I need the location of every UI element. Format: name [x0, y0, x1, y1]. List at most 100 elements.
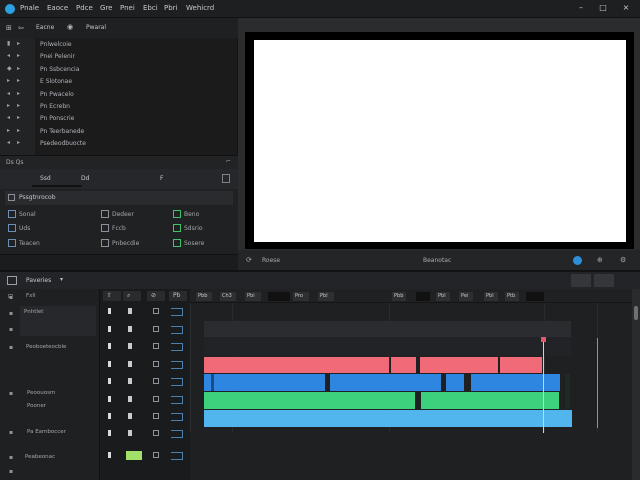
track-name[interactable]: Pooner	[27, 403, 46, 409]
tray-right-icon[interactable]: ⌐	[226, 158, 231, 165]
ruler-button[interactable]: Pbb	[196, 292, 212, 301]
ruler-button[interactable]: Pei	[459, 292, 473, 301]
track-visibility-icon[interactable]	[108, 430, 111, 436]
ruler-button[interactable]: Pbl	[436, 292, 450, 301]
media-item-arrow-icon[interactable]: ▸	[17, 65, 23, 72]
media-item[interactable]: Pnei Pelenir	[40, 53, 75, 60]
settings-icon[interactable]: ⚙	[620, 256, 626, 264]
track-solo-icon[interactable]	[171, 452, 183, 460]
timeline-label[interactable]: Paveries	[26, 277, 51, 284]
track-lock-icon[interactable]: ▪	[9, 294, 13, 301]
effect-item[interactable]: Uds	[19, 225, 30, 232]
timeline-panel-icon[interactable]	[7, 276, 17, 285]
track-name[interactable]: Fxll	[26, 293, 35, 299]
audio-clip[interactable]	[421, 392, 559, 409]
audio-clip[interactable]	[204, 392, 415, 409]
track-mute-icon[interactable]	[153, 430, 159, 436]
media-item-arrow-icon[interactable]: ▸	[17, 53, 23, 59]
ruler-button[interactable]: Pro	[293, 292, 309, 301]
ruler-button[interactable]: Pbl	[318, 292, 334, 301]
track-mute-icon[interactable]	[153, 308, 159, 314]
chevron-down-icon[interactable]: ▾	[60, 276, 63, 283]
ruler-button[interactable]: Pbb	[392, 292, 406, 301]
track-solo-icon[interactable]	[171, 343, 183, 351]
effect-item[interactable]: Pnbecdie	[112, 240, 139, 247]
track-visibility-icon[interactable]	[108, 452, 111, 458]
track-lock-toggle-icon[interactable]	[128, 361, 132, 367]
menu-item-8[interactable]: Wehicrd	[186, 4, 214, 12]
track-visibility-icon[interactable]	[108, 413, 111, 419]
video-clip[interactable]	[471, 374, 560, 391]
track-lock-toggle-icon[interactable]	[128, 413, 132, 419]
preview-canvas[interactable]	[254, 40, 626, 242]
ruler-button[interactable]	[268, 292, 290, 301]
track-mute-icon[interactable]	[153, 326, 159, 332]
video-clip[interactable]	[500, 357, 542, 373]
effect-item[interactable]: Sdsrio	[184, 225, 203, 232]
track-name[interactable]: Pnhtlet	[24, 309, 43, 315]
media-item[interactable]: Pnlwelcoie	[40, 41, 72, 48]
track-lock-icon[interactable]: ▪	[9, 468, 13, 475]
ruler-button[interactable]: Ptb	[505, 292, 519, 301]
track-mute-icon[interactable]	[153, 361, 159, 367]
ruler-button[interactable]: Pbi	[245, 292, 261, 301]
track-mute-icon[interactable]	[153, 452, 159, 458]
video-clip[interactable]	[204, 357, 389, 373]
track-lock-toggle-icon[interactable]	[128, 308, 132, 314]
track-ctrl-header[interactable]	[123, 291, 141, 301]
track-solo-icon[interactable]	[171, 396, 183, 404]
loop-icon[interactable]: ⟳	[246, 256, 252, 264]
video-clip[interactable]	[204, 374, 325, 391]
track-solo-icon[interactable]	[171, 308, 183, 316]
record-icon[interactable]: ◉	[67, 23, 73, 31]
track-lock-icon[interactable]: ▪	[9, 326, 13, 333]
menu-item-1[interactable]: Pnale	[20, 4, 39, 12]
video-clip[interactable]	[330, 374, 441, 391]
track-lock-icon[interactable]: ▪	[9, 310, 13, 317]
toolbar-button-a[interactable]	[571, 274, 591, 287]
menu-item-4[interactable]: Gre	[100, 4, 112, 12]
track-solo-icon[interactable]	[171, 430, 183, 438]
video-clip[interactable]	[391, 357, 416, 373]
grid-view-icon[interactable]: ⊞	[6, 24, 12, 32]
effect-item[interactable]: Teacen	[19, 240, 40, 247]
menu-item-2[interactable]: Eaoce	[47, 4, 68, 12]
menu-item-5[interactable]: Pnei	[120, 4, 135, 12]
media-item-arrow-icon[interactable]: ▸	[17, 115, 23, 121]
media-item[interactable]: Pn Ssbcencia	[40, 66, 79, 73]
ruler-button[interactable]: Ch3	[220, 292, 236, 301]
track-lock-toggle-icon[interactable]	[128, 343, 132, 349]
track-visibility-icon[interactable]	[108, 361, 111, 367]
menu-item-3[interactable]: Pdce	[76, 4, 93, 12]
media-item-arrow-icon[interactable]: ▸	[17, 41, 23, 47]
close-button[interactable]: ×	[621, 3, 631, 13]
track-mute-icon[interactable]	[153, 343, 159, 349]
track-lock-toggle-icon[interactable]	[128, 326, 132, 332]
track-lock-toggle-icon[interactable]	[128, 430, 132, 436]
panel-toggle-icon[interactable]	[222, 174, 230, 183]
track-mute-icon[interactable]	[153, 413, 159, 419]
media-item-arrow-icon[interactable]: ▸	[17, 78, 23, 84]
effect-item[interactable]: Dedeer	[112, 211, 134, 218]
toolbar-button-b[interactable]	[594, 274, 614, 287]
track-solo-icon[interactable]	[171, 378, 183, 386]
track-lock-icon[interactable]: ▪	[9, 390, 13, 397]
ruler-button[interactable]: Pbl	[484, 292, 498, 301]
menu-item-6[interactable]: Ebci	[143, 4, 158, 12]
audio-clip[interactable]	[204, 410, 572, 427]
ruler-button[interactable]	[526, 292, 544, 301]
track-name[interactable]: Pa Eamboccer	[27, 429, 66, 435]
media-item-arrow-icon[interactable]: ▸	[17, 140, 23, 146]
track-name[interactable]: Peoboeteocble	[26, 344, 66, 350]
track-solo-icon[interactable]	[171, 326, 183, 334]
track-visibility-icon[interactable]	[108, 326, 111, 332]
track-lock-toggle-icon[interactable]	[128, 396, 132, 402]
tab-ssd[interactable]: Ssd	[40, 175, 51, 182]
track-visibility-icon[interactable]	[108, 343, 111, 349]
scrollbar-thumb[interactable]	[634, 306, 638, 320]
media-item[interactable]: E Slotonae	[40, 78, 72, 85]
track-visibility-icon[interactable]	[108, 396, 111, 402]
track-mute-icon[interactable]	[153, 378, 159, 384]
media-item[interactable]: Pn Pwacelo	[40, 91, 74, 98]
effect-item[interactable]: Sonal	[19, 211, 36, 218]
